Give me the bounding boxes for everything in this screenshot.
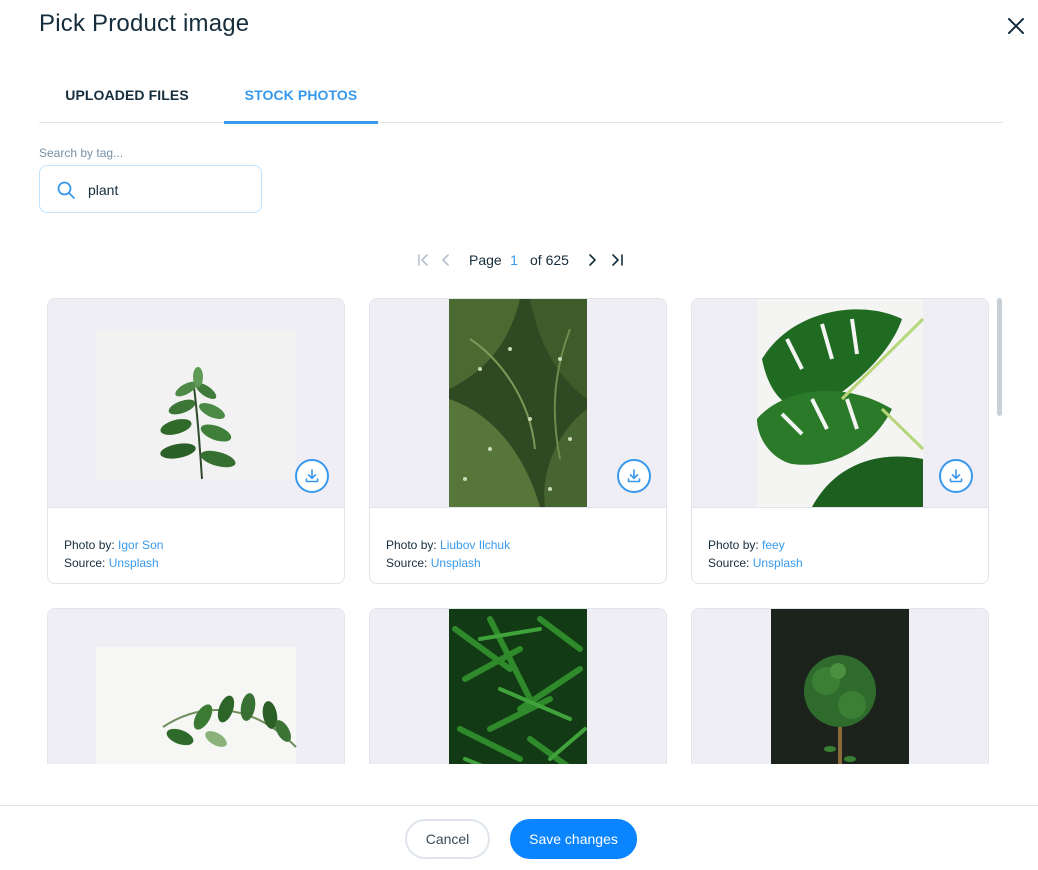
photo-card[interactable]: Photo by: Igor Son Source: Unsplash bbox=[47, 298, 345, 584]
photo-grid: Photo by: Igor Son Source: Unsplash Phot… bbox=[39, 298, 1003, 764]
photo-credit: Photo by: Liubov Ilchuk Source: Unsplash bbox=[370, 507, 666, 583]
photo-author-line: Photo by: Liubov Ilchuk bbox=[386, 536, 650, 554]
dialog-footer: Cancel Save changes bbox=[0, 805, 1038, 870]
source-label: Source: bbox=[708, 556, 750, 570]
photo-by-label: Photo by: bbox=[386, 538, 437, 552]
source-label: Source: bbox=[64, 556, 106, 570]
photo-thumbnail[interactable] bbox=[692, 299, 988, 507]
photo-author-line: Photo by: feey bbox=[708, 536, 972, 554]
source-label: Source: bbox=[386, 556, 428, 570]
tab-uploaded-files[interactable]: UPLOADED FILES bbox=[39, 76, 215, 123]
save-changes-button[interactable]: Save changes bbox=[510, 819, 637, 859]
close-button[interactable] bbox=[1004, 14, 1028, 38]
download-icon bbox=[949, 469, 963, 483]
grid-scrollbar[interactable] bbox=[997, 298, 1002, 416]
plant-photo-image bbox=[771, 609, 909, 764]
tab-stock-photos[interactable]: STOCK PHOTOS bbox=[224, 76, 378, 124]
current-page-number[interactable]: 1 bbox=[505, 252, 523, 268]
photo-by-label: Photo by: bbox=[708, 538, 759, 552]
photo-credit: Photo by: Igor Son Source: Unsplash bbox=[48, 507, 344, 583]
plant-photo-image bbox=[96, 647, 297, 764]
photo-source-line: Source: Unsplash bbox=[708, 554, 972, 572]
download-icon bbox=[305, 469, 319, 483]
photo-thumbnail[interactable] bbox=[692, 609, 988, 764]
download-button[interactable] bbox=[617, 459, 651, 493]
photo-card[interactable] bbox=[691, 608, 989, 764]
photo-source-line: Source: Unsplash bbox=[386, 554, 650, 572]
photo-credit: Photo by: feey Source: Unsplash bbox=[692, 507, 988, 583]
photo-source-link[interactable]: Unsplash bbox=[753, 556, 803, 570]
page-total: of 625 bbox=[530, 252, 569, 268]
photo-author-link[interactable]: Igor Son bbox=[118, 538, 163, 552]
first-page-icon[interactable] bbox=[415, 251, 433, 269]
photo-source-line: Source: Unsplash bbox=[64, 554, 328, 572]
photo-card[interactable]: Photo by: feey Source: Unsplash bbox=[691, 298, 989, 584]
search-input[interactable] bbox=[88, 179, 248, 201]
photo-card[interactable] bbox=[47, 608, 345, 764]
download-button[interactable] bbox=[939, 459, 973, 493]
photo-author-link[interactable]: feey bbox=[762, 538, 785, 552]
download-button[interactable] bbox=[295, 459, 329, 493]
photo-card[interactable] bbox=[369, 608, 667, 764]
photo-source-link[interactable]: Unsplash bbox=[431, 556, 481, 570]
plant-photo-image bbox=[449, 609, 587, 764]
photo-thumbnail[interactable] bbox=[48, 609, 344, 764]
photo-card[interactable]: Photo by: Liubov Ilchuk Source: Unsplash bbox=[369, 298, 667, 584]
next-page-icon[interactable] bbox=[583, 251, 601, 269]
photo-thumbnail[interactable] bbox=[48, 299, 344, 507]
search-icon bbox=[57, 181, 75, 199]
photo-author-line: Photo by: Igor Son bbox=[64, 536, 328, 554]
search-field[interactable] bbox=[39, 165, 262, 213]
photo-thumbnail[interactable] bbox=[370, 609, 666, 764]
page-label: Page bbox=[469, 252, 502, 268]
cancel-button[interactable]: Cancel bbox=[405, 819, 490, 859]
photo-author-link[interactable]: Liubov Ilchuk bbox=[440, 538, 510, 552]
previous-page-icon[interactable] bbox=[437, 251, 455, 269]
photo-by-label: Photo by: bbox=[64, 538, 115, 552]
photo-thumbnail[interactable] bbox=[370, 299, 666, 507]
close-icon[interactable] bbox=[1004, 14, 1028, 38]
dialog-title: Pick Product image bbox=[39, 10, 250, 37]
search-label: Search by tag... bbox=[39, 146, 124, 160]
last-page-icon[interactable] bbox=[608, 251, 626, 269]
photo-source-link[interactable]: Unsplash bbox=[109, 556, 159, 570]
download-icon bbox=[627, 469, 641, 483]
pagination: Page 1 of 625 bbox=[0, 250, 1038, 270]
tab-bar: UPLOADED FILES STOCK PHOTOS bbox=[39, 76, 1003, 124]
